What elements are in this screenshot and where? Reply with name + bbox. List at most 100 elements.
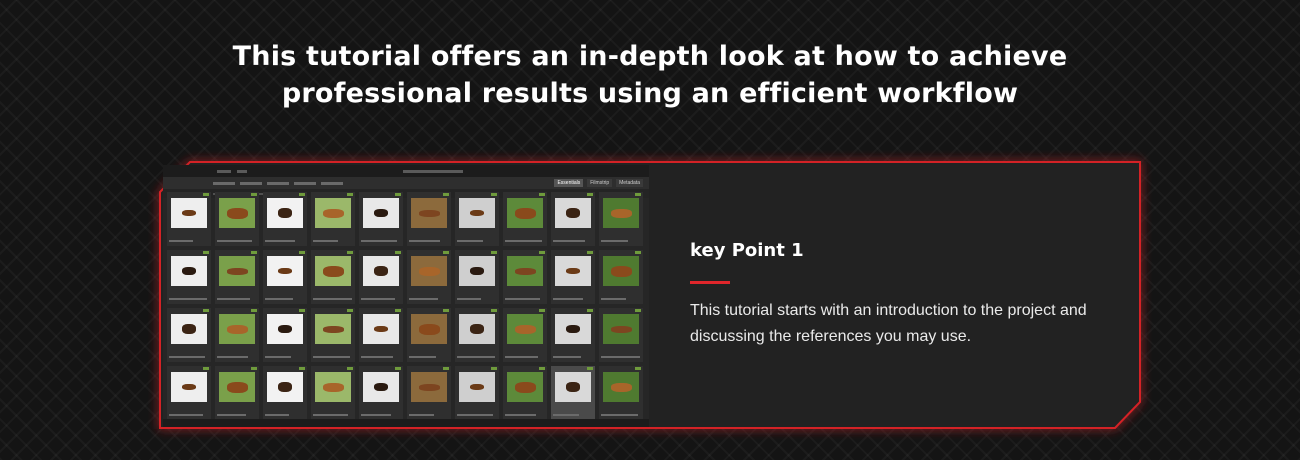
filename-caption [601,298,626,300]
thumbnail-cell[interactable] [311,250,355,304]
thumbnail-cell[interactable] [599,192,643,246]
dog-image-icon [182,384,196,390]
file-type-badge [491,251,497,254]
filename-caption [217,414,246,416]
photo-thumbnail [555,256,591,286]
filename-caption [169,240,193,242]
thumbnail-cell[interactable] [167,308,211,362]
thumbnail-cell[interactable] [503,192,547,246]
thumbnail-cell[interactable] [455,366,499,420]
thumbnail-cell[interactable] [215,308,259,362]
thumbnail-cell[interactable] [215,192,259,246]
thumbnail-cell[interactable] [263,366,307,420]
thumbnail-cell[interactable] [215,250,259,304]
key-point-title: key Point 1 [690,240,804,261]
dog-image-icon [610,382,632,392]
filename-caption [217,298,250,300]
dog-image-icon [610,265,632,277]
dog-image-icon [566,325,580,333]
key-point-card: Essentials Filmstrip Metadata key Point … [0,0,1300,460]
thumbnail-cell[interactable] [503,366,547,420]
file-type-badge [299,193,305,196]
thumbnail-cell[interactable] [599,250,643,304]
thumbnail-cell[interactable] [599,308,643,362]
dog-image-icon [566,208,580,218]
photo-thumbnail [507,372,543,402]
file-type-badge [443,309,449,312]
dog-image-icon [182,324,196,334]
file-type-badge [587,251,593,254]
thumbnail-cell[interactable] [455,192,499,246]
file-type-badge [443,367,449,370]
thumbnail-cell[interactable] [407,250,451,304]
dog-image-icon [182,210,196,216]
photo-thumbnail [459,314,495,344]
filename-caption [553,414,579,416]
dog-image-icon [470,267,484,275]
filename-caption [265,240,295,242]
photo-thumbnail [219,256,255,286]
photo-thumbnail [603,372,639,402]
thumbnail-cell[interactable] [167,366,211,420]
dog-image-icon [322,208,344,218]
thumbnail-cell[interactable] [311,366,355,420]
file-type-badge [635,367,641,370]
dog-image-icon [566,268,580,274]
thumbnail-cell[interactable] [551,250,595,304]
thumbnail-cell[interactable] [407,366,451,420]
thumbnail-cell[interactable] [311,308,355,362]
thumbnail-cell[interactable] [215,366,259,420]
thumbnail-cell[interactable] [167,250,211,304]
filename-caption [409,298,438,300]
dog-image-icon [226,324,248,334]
filename-caption [217,240,252,242]
thumbnail-cell[interactable] [503,308,547,362]
photo-thumbnail [315,314,351,344]
dog-image-icon [514,324,536,334]
filename-caption [409,240,440,242]
thumbnail-cell[interactable] [311,192,355,246]
thumbnail-cell[interactable] [359,308,403,362]
dog-image-icon [514,207,536,219]
thumbnail-cell[interactable] [599,366,643,420]
filename-caption [505,356,538,358]
file-type-badge [587,367,593,370]
dog-image-icon [226,207,248,219]
thumbnail-cell[interactable] [359,366,403,420]
thumbnail-cell[interactable] [359,192,403,246]
photo-thumbnail [171,314,207,344]
dog-image-icon [374,326,388,332]
thumbnail-cell[interactable] [407,308,451,362]
thumbnail-cell[interactable] [455,250,499,304]
dog-image-icon [278,268,292,274]
filename-caption [457,414,493,416]
thumbnail-cell[interactable] [503,250,547,304]
file-type-badge [347,367,353,370]
file-type-badge [203,251,209,254]
dog-image-icon [374,209,388,217]
thumbnail-cell[interactable] [263,192,307,246]
title-underline [690,281,730,284]
thumbnail-cell[interactable] [551,366,595,420]
file-type-badge [539,251,545,254]
bridge-screenshot: Essentials Filmstrip Metadata [163,165,649,427]
thumbnail-cell[interactable] [407,192,451,246]
file-type-badge [539,309,545,312]
thumbnail-cell[interactable] [263,308,307,362]
photo-thumbnail [363,314,399,344]
thumbnail-cell[interactable] [359,250,403,304]
thumbnail-cell[interactable] [263,250,307,304]
dog-image-icon [278,208,292,218]
thumbnail-cell[interactable] [455,308,499,362]
filename-caption [409,414,434,416]
photo-thumbnail [219,198,255,228]
photo-thumbnail [507,314,543,344]
thumbnail-cell[interactable] [551,308,595,362]
file-type-badge [635,193,641,196]
file-type-badge [539,367,545,370]
filename-caption [361,414,391,416]
photo-thumbnail [315,256,351,286]
file-type-badge [587,309,593,312]
thumbnail-cell[interactable] [551,192,595,246]
thumbnail-cell[interactable] [167,192,211,246]
